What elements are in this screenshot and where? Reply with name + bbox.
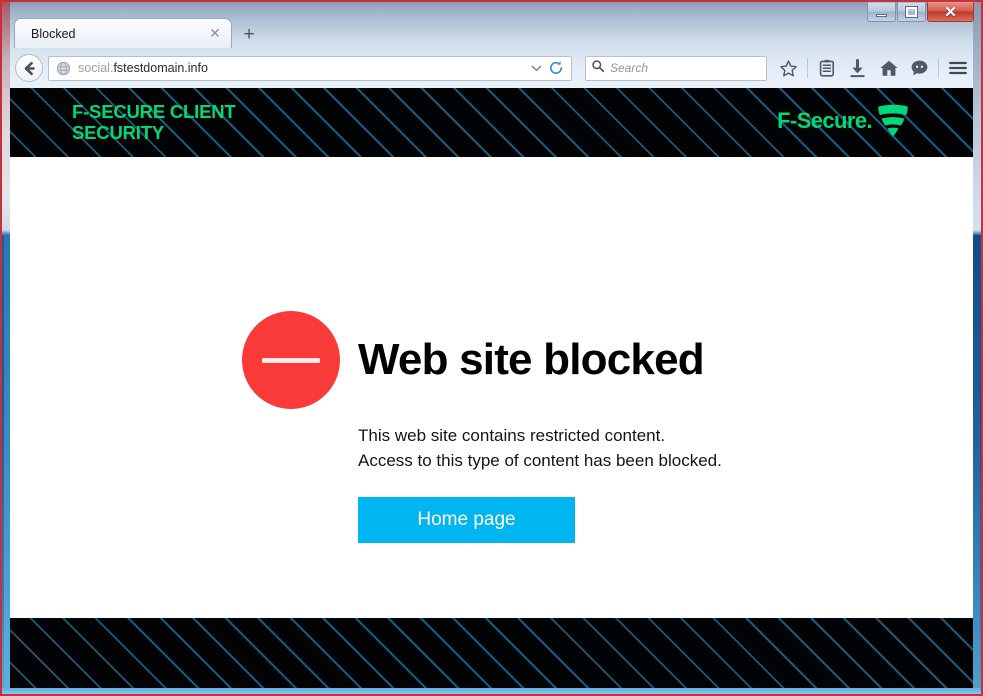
back-button[interactable] xyxy=(15,54,43,82)
blocked-message: This web site contains restricted conten… xyxy=(358,426,722,470)
window-border-bottom xyxy=(0,688,983,696)
downloads-icon[interactable] xyxy=(842,54,873,82)
window-border-right-inner xyxy=(973,235,980,693)
tab-blocked[interactable]: Blocked ✕ xyxy=(14,18,232,48)
home-icon[interactable] xyxy=(873,54,904,82)
maximize-icon xyxy=(905,6,918,18)
url-text: social.fstestdomain.info xyxy=(78,61,208,75)
search-icon xyxy=(591,59,605,78)
blocked-heading-row: Web site blocked xyxy=(242,311,802,409)
navigation-toolbar: social.fstestdomain.info Search xyxy=(10,50,973,86)
globe-icon[interactable] xyxy=(55,60,72,77)
blocked-circle-icon xyxy=(242,311,340,409)
chevron-down-icon[interactable] xyxy=(527,57,545,79)
minimize-button[interactable] xyxy=(867,2,896,22)
feedback-chat-icon[interactable] xyxy=(904,54,935,82)
url-domain: fstestdomain.info xyxy=(113,61,208,75)
close-button[interactable]: ✕ xyxy=(927,2,974,22)
fsecure-shield-icon xyxy=(875,104,911,138)
fsecure-logo: F-Secure. xyxy=(777,104,911,138)
window-controls: ✕ xyxy=(866,2,974,22)
page-body: Web site blocked This web site contains … xyxy=(10,157,973,618)
app-menu-icon[interactable] xyxy=(942,54,973,82)
home-page-button[interactable]: Home page xyxy=(358,497,575,543)
reload-icon[interactable] xyxy=(545,57,567,79)
page-title: Web site blocked xyxy=(358,335,705,384)
fsecure-logo-text: F-Secure. xyxy=(777,108,872,133)
browser-window: ✕ Blocked ✕ + social.fstestdomain.info S… xyxy=(0,0,983,696)
product-name: F-SECURE CLIENT SECURITY xyxy=(72,101,236,143)
back-arrow-icon xyxy=(24,61,35,75)
window-border-left-inner xyxy=(4,235,10,693)
toolbar-divider xyxy=(807,58,808,78)
blocked-minus-bar xyxy=(262,357,320,363)
tab-title: Blocked xyxy=(31,26,76,41)
minimize-icon xyxy=(876,14,887,17)
bookmark-star-icon[interactable] xyxy=(773,54,804,82)
maximize-button[interactable] xyxy=(897,2,926,22)
toolbar-icon-group xyxy=(773,54,973,82)
new-tab-button[interactable]: + xyxy=(234,22,264,48)
tab-strip: Blocked ✕ + xyxy=(14,18,264,48)
fsecure-footer-banner xyxy=(10,618,973,688)
search-input[interactable]: Search xyxy=(610,61,648,75)
reader-list-icon[interactable] xyxy=(811,54,842,82)
blocked-panel: Web site blocked This web site contains … xyxy=(242,311,802,543)
close-icon: ✕ xyxy=(944,3,957,21)
toolbar-divider xyxy=(938,58,939,78)
search-box[interactable]: Search xyxy=(585,55,767,81)
page-viewport: F-SECURE CLIENT SECURITY F-Secure. Web s… xyxy=(10,88,973,688)
address-bar[interactable]: social.fstestdomain.info xyxy=(48,55,572,81)
tab-close-icon[interactable]: ✕ xyxy=(207,25,223,42)
fsecure-header-banner: F-SECURE CLIENT SECURITY F-Secure. xyxy=(10,88,973,157)
